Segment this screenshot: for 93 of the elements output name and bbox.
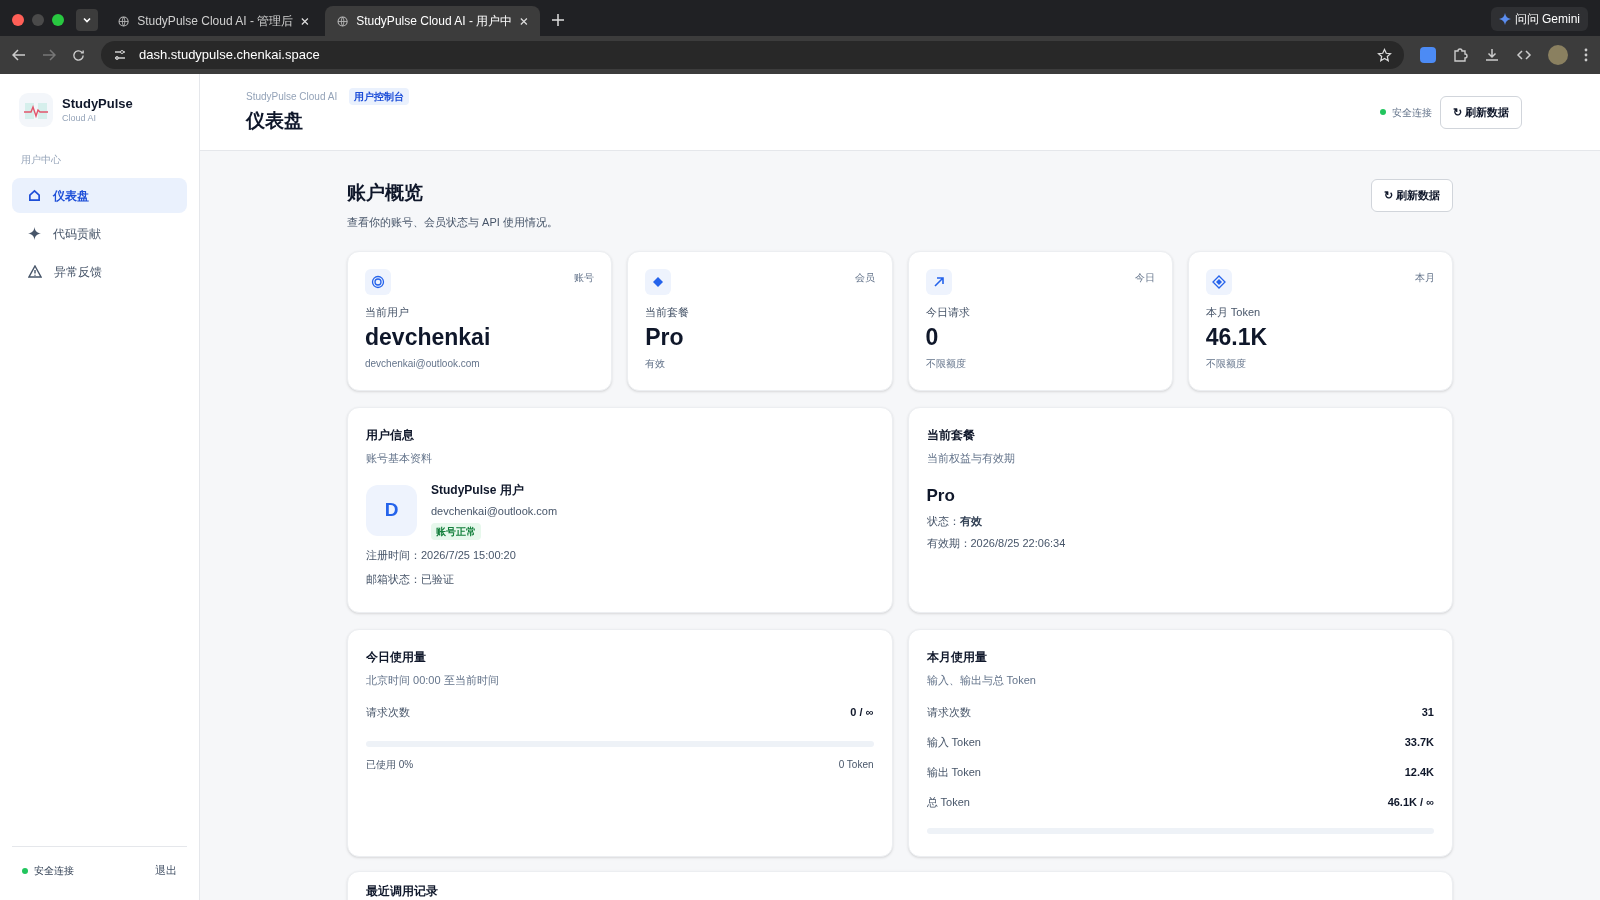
card-note: 不限额度 xyxy=(1205,356,1247,371)
warning-icon xyxy=(28,265,42,278)
new-tab-icon[interactable] xyxy=(552,14,564,26)
usage-label: 请求次数 xyxy=(366,705,410,721)
user-name: StudyPulse 用户 xyxy=(431,481,525,499)
usage-value: 0 / ∞ xyxy=(850,705,874,721)
globe-icon xyxy=(118,14,130,28)
usage-value: 31 xyxy=(1421,705,1434,721)
sparkle-icon xyxy=(1498,13,1511,25)
console-badge: 用户控制台 xyxy=(349,88,410,106)
user-avatar: D xyxy=(366,484,417,536)
card-value: devchenkai xyxy=(365,322,492,352)
card-tag: 本月 xyxy=(1415,270,1435,285)
connection-status: 安全连接 xyxy=(1379,104,1432,120)
status-badge: 账号正常 xyxy=(431,523,481,540)
page-title: 仪表盘 xyxy=(246,109,304,134)
panel-subtitle: 北京时间 00:00 至当前时间 xyxy=(366,673,500,688)
card-note: 不限额度 xyxy=(925,356,967,371)
card-label: 本月 Token xyxy=(1205,305,1262,320)
close-window-icon[interactable] xyxy=(12,14,24,26)
gemini-button[interactable]: 问问 Gemini xyxy=(1490,7,1588,31)
card-value: 0 xyxy=(925,322,940,352)
card-value: 46.1K xyxy=(1205,322,1269,352)
panel-title: 当前套餐 xyxy=(926,427,976,444)
panel-subtitle: 账号基本资料 xyxy=(366,451,433,466)
panel-title: 本月使用量 xyxy=(926,649,988,666)
card-note: 有效 xyxy=(645,356,667,371)
panel-subtitle: 当前权益与有效期 xyxy=(926,451,1016,466)
puzzle-icon[interactable] xyxy=(1452,47,1468,63)
globe-icon xyxy=(337,14,349,28)
brand-subtitle: Cloud AI xyxy=(62,112,98,124)
forward-icon[interactable] xyxy=(42,49,56,61)
info-line: 邮箱状态：已验证 xyxy=(366,571,455,587)
card-label: 当前套餐 xyxy=(645,305,691,320)
refresh-button[interactable]: ↻ 刷新数据 xyxy=(1439,95,1522,129)
breadcrumb: StudyPulse Cloud AI xyxy=(246,90,338,105)
tab-title: StudyPulse Cloud AI - 用户中 xyxy=(356,13,513,30)
panel-title: 用户信息 xyxy=(366,427,415,444)
zoom-window-icon[interactable] xyxy=(52,14,64,26)
plan-line: 状态：有效 xyxy=(926,514,983,529)
star-icon[interactable] xyxy=(1377,47,1392,63)
used-percent: 已使用 0% xyxy=(366,757,414,772)
refresh-button[interactable]: ↻ 刷新数据 xyxy=(1370,179,1453,212)
back-icon[interactable] xyxy=(12,49,26,61)
panel-title: 最近调用记录 xyxy=(366,884,438,898)
connection-status: 安全连接 xyxy=(22,863,74,878)
card-note: devchenkai@outlook.com xyxy=(365,356,481,371)
logout-link[interactable]: 退出 xyxy=(155,862,177,879)
tab-title: StudyPulse Cloud AI - 管理后 xyxy=(137,13,294,30)
card-label: 今日请求 xyxy=(925,305,971,320)
usage-value: 46.1K / ∞ xyxy=(1387,795,1434,811)
chevron-down-icon xyxy=(82,15,92,25)
plan-name: Pro xyxy=(926,484,956,507)
section-title: 账户概览 xyxy=(347,181,424,205)
panel-subtitle: 输入、输出与总 Token xyxy=(926,673,1037,688)
usage-label: 总 Token xyxy=(926,795,970,811)
sparkle-icon xyxy=(28,227,41,240)
card-label: 当前用户 xyxy=(365,305,410,320)
reload-icon[interactable] xyxy=(72,48,85,62)
close-icon[interactable] xyxy=(301,16,309,26)
card-tag: 今日 xyxy=(1134,270,1155,285)
download-icon[interactable] xyxy=(1484,47,1500,63)
usage-label: 输入 Token xyxy=(926,735,981,751)
brand-name: StudyPulse xyxy=(62,96,133,113)
url-text: dash.studypulse.chenkai.space xyxy=(139,46,321,65)
browser-tab[interactable]: StudyPulse Cloud AI - 用户中 xyxy=(325,6,540,36)
site-settings-icon[interactable] xyxy=(113,48,127,62)
target-icon xyxy=(365,269,391,295)
section-subtitle: 查看你的账号、会员状态与 API 使用情况。 xyxy=(347,214,558,230)
sidebar-item[interactable]: 仪表盘 xyxy=(12,178,187,213)
token-count: 0 Token xyxy=(838,757,874,772)
user-email: devchenkai@outlook.com xyxy=(431,503,558,519)
logo-icon xyxy=(18,92,54,128)
card-value: Pro xyxy=(645,322,685,352)
home-icon xyxy=(28,189,41,202)
usage-label: 请求次数 xyxy=(926,705,971,721)
plan-line: 有效期：2026/8/25 22:06:34 xyxy=(926,535,1067,551)
usage-value: 12.4K xyxy=(1404,765,1434,781)
browser-tab[interactable]: StudyPulse Cloud AI - 管理后 xyxy=(106,6,321,36)
info-line: 注册时间：2026/7/25 15:00:20 xyxy=(366,548,517,563)
profile-avatar[interactable] xyxy=(1548,45,1568,65)
tab-list-button[interactable] xyxy=(76,9,98,31)
panel-title: 今日使用量 xyxy=(366,649,427,666)
close-icon[interactable] xyxy=(520,16,528,26)
sidebar-item[interactable]: 代码贡献 xyxy=(12,216,187,251)
section-label: 用户中心 xyxy=(21,154,61,165)
usage-value: 33.7K xyxy=(1404,735,1434,751)
card-tag: 账号 xyxy=(574,270,595,285)
usage-label: 输出 Token xyxy=(926,765,981,781)
sidebar-item[interactable]: 异常反馈 xyxy=(12,254,187,289)
menu-icon[interactable] xyxy=(1584,48,1588,62)
address-bar[interactable]: dash.studypulse.chenkai.space xyxy=(101,41,1404,69)
card-tag: 会员 xyxy=(854,270,875,285)
